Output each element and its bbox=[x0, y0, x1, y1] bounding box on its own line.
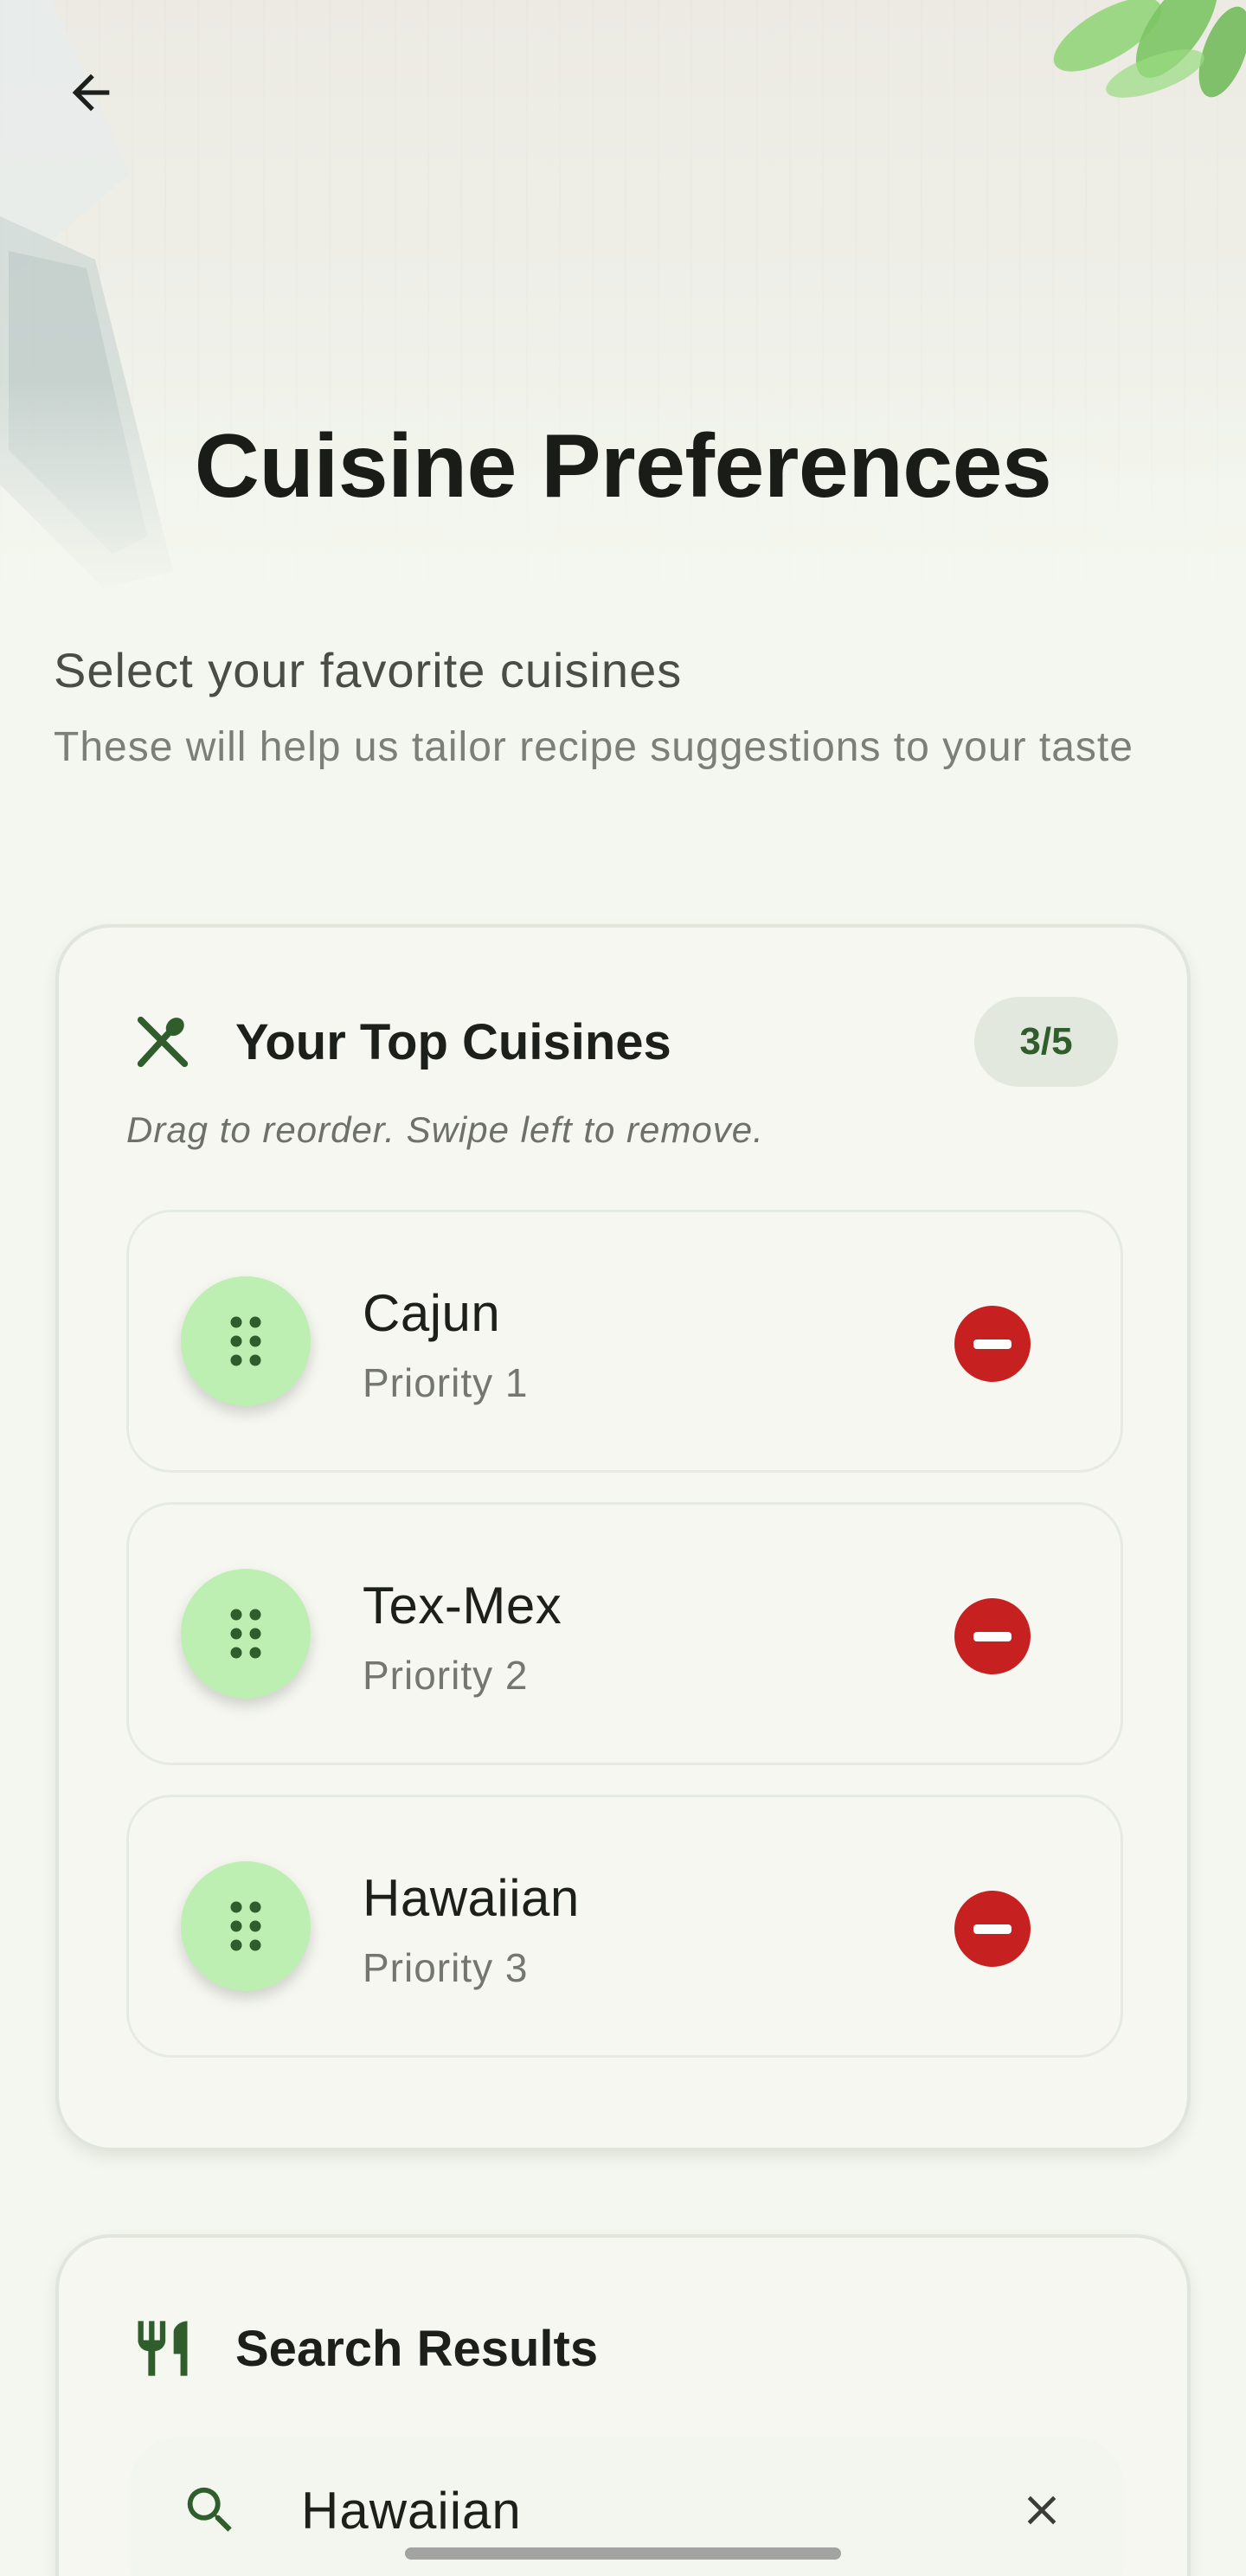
top-cuisines-header: Your Top Cuisines 3/5 bbox=[128, 997, 1118, 1087]
cuisine-item-tex-mex[interactable]: Tex-Mex Priority 2 bbox=[126, 1502, 1123, 1765]
remove-button[interactable] bbox=[954, 1891, 1031, 1967]
minus-icon bbox=[973, 1924, 1012, 1934]
cuisine-item-cajun[interactable]: Cajun Priority 1 bbox=[126, 1210, 1123, 1473]
reorder-hint: Drag to reorder. Swipe left to remove. bbox=[126, 1109, 764, 1150]
top-cuisines-card: Your Top Cuisines 3/5 Drag to reorder. S… bbox=[55, 924, 1191, 2151]
cuisine-priority: Priority 2 bbox=[363, 1653, 529, 1698]
search-results-card: Search Results bbox=[55, 2234, 1191, 2576]
cuisine-priority: Priority 3 bbox=[363, 1945, 529, 1990]
back-button[interactable] bbox=[52, 54, 130, 132]
drag-handle-icon[interactable] bbox=[181, 1276, 311, 1406]
count-badge: 3/5 bbox=[974, 997, 1118, 1087]
minus-icon bbox=[973, 1631, 1012, 1641]
cuisine-name: Tex-Mex bbox=[363, 1577, 562, 1635]
top-cuisines-title: Your Top Cuisines bbox=[235, 1013, 671, 1070]
drag-handle-icon[interactable] bbox=[181, 1569, 311, 1699]
herb-leaves-decoration bbox=[1053, 0, 1246, 98]
search-results-header: Search Results bbox=[128, 2305, 1118, 2392]
minus-icon bbox=[973, 1339, 1012, 1349]
clear-search-button[interactable] bbox=[1007, 2476, 1076, 2545]
remove-button[interactable] bbox=[954, 1598, 1031, 1674]
restaurant-icon bbox=[128, 2314, 197, 2383]
search-input[interactable] bbox=[301, 2471, 976, 2549]
cuisine-priority: Priority 1 bbox=[363, 1360, 529, 1405]
home-indicator[interactable] bbox=[405, 2547, 841, 2560]
remove-button[interactable] bbox=[954, 1306, 1031, 1382]
intro-title: Select your favorite cuisines bbox=[54, 643, 683, 697]
search-icon bbox=[187, 2487, 232, 2532]
cuisine-name: Hawaiian bbox=[363, 1869, 580, 1927]
page-title: Cuisine Preferences bbox=[194, 416, 1052, 517]
search-results-title: Search Results bbox=[235, 2320, 599, 2377]
cuisine-item-hawaiian[interactable]: Hawaiian Priority 3 bbox=[126, 1795, 1123, 2058]
arrow-left-icon bbox=[72, 74, 110, 112]
drag-handle-icon[interactable] bbox=[181, 1861, 311, 1991]
cuisine-name: Cajun bbox=[363, 1284, 501, 1342]
intro-subtitle: These will help us tailor recipe suggest… bbox=[54, 724, 1134, 770]
close-icon bbox=[1027, 2496, 1057, 2525]
fork-spoon-crossed-icon bbox=[128, 1007, 197, 1076]
